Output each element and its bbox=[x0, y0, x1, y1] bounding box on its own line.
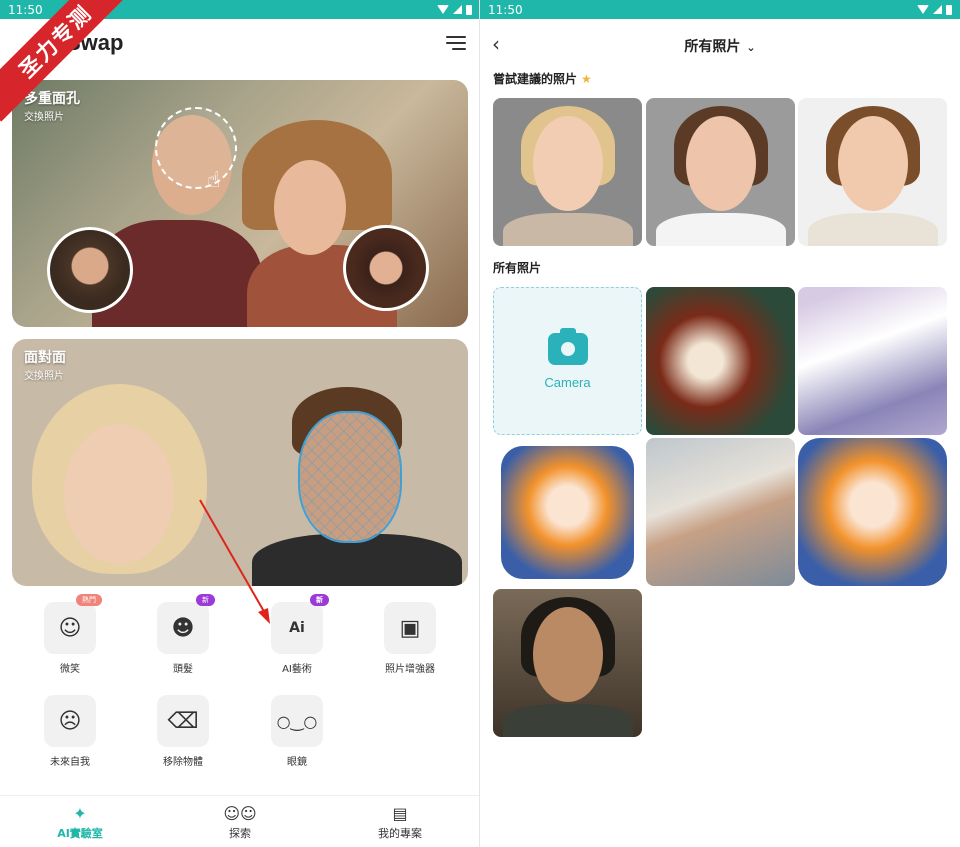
home-screen: 11:50 圣力专测 Swap ☝ 多重面孔 交換照片 面對面 交換照片 ☺ 熱… bbox=[0, 0, 480, 847]
status-icons bbox=[437, 4, 472, 15]
status-time: 11:50 bbox=[488, 2, 523, 17]
face-avatar bbox=[343, 225, 429, 311]
status-time: 11:50 bbox=[8, 2, 43, 17]
tool-photo-enhancer[interactable]: ▣ 照片增強器 bbox=[360, 602, 460, 675]
suggested-photo[interactable] bbox=[798, 98, 947, 246]
card-subtitle: 交換照片 bbox=[24, 112, 64, 123]
tool-label: 頭髮 bbox=[173, 664, 193, 675]
glasses-icon: ○‿○ bbox=[271, 695, 323, 747]
tap-hand-icon: ☝ bbox=[207, 168, 221, 193]
tool-label: 微笑 bbox=[60, 664, 80, 675]
status-icons bbox=[917, 4, 952, 15]
tool-label: 移除物體 bbox=[163, 757, 203, 768]
tool-label: 未來自我 bbox=[50, 757, 90, 768]
ai-art-icon: Ai 新 bbox=[271, 594, 329, 654]
hair-icon: ☻ 新 bbox=[157, 594, 215, 654]
signal-icon bbox=[933, 5, 942, 14]
gallery-icon: ▤ bbox=[392, 804, 408, 823]
gallery-photo[interactable] bbox=[798, 438, 947, 586]
new-badge: 新 bbox=[196, 594, 215, 606]
nav-label: 我的專案 bbox=[378, 827, 422, 840]
tool-hair[interactable]: ☻ 新 頭髮 bbox=[133, 594, 233, 675]
all-photos-heading: 所有照片 bbox=[493, 261, 542, 275]
tool-remove-object[interactable]: ⌫ 移除物體 bbox=[133, 695, 233, 768]
card-title: 面對面 bbox=[24, 350, 66, 366]
suggested-photo[interactable] bbox=[646, 98, 795, 246]
face-selection-ring bbox=[155, 107, 237, 189]
status-bar: 11:50 bbox=[480, 0, 960, 19]
album-title: 所有照片 bbox=[684, 39, 741, 55]
tool-label: AI藝術 bbox=[282, 664, 312, 675]
photo-picker-screen: 11:50 ‹ 所有照片 ⌄ 嘗試建議的照片 ★ 所有照片 Camera bbox=[480, 0, 960, 847]
gallery-photo[interactable] bbox=[646, 438, 795, 586]
bottom-navigation: ✦ AI實驗室 ☺☺ 探索 ▤ 我的專案 bbox=[0, 795, 480, 847]
card-illustration bbox=[274, 160, 346, 255]
tool-glasses[interactable]: ○‿○ 眼鏡 bbox=[247, 695, 347, 768]
suggested-photo[interactable] bbox=[493, 98, 642, 246]
wifi-icon bbox=[437, 5, 449, 14]
tool-future-self[interactable]: ☹ 未來自我 bbox=[20, 695, 120, 768]
chevron-down-icon: ⌄ bbox=[746, 41, 756, 54]
nav-explore[interactable]: ☺☺ 探索 bbox=[160, 796, 320, 847]
tool-smile[interactable]: ☺ 熱門 微笑 bbox=[20, 594, 120, 675]
card-illustration bbox=[64, 424, 174, 564]
gallery-photo[interactable] bbox=[798, 287, 947, 435]
nav-label: AI實驗室 bbox=[57, 827, 103, 840]
battery-icon bbox=[946, 4, 952, 15]
wifi-icon bbox=[917, 5, 929, 14]
tool-ai-art[interactable]: Ai 新 AI藝術 bbox=[247, 594, 347, 675]
gallery-photo[interactable] bbox=[493, 438, 642, 586]
gallery-photo[interactable] bbox=[493, 589, 642, 737]
star-icon: ★ bbox=[581, 72, 592, 86]
hot-badge: 熱門 bbox=[76, 594, 102, 606]
card-subtitle: 交換照片 bbox=[24, 371, 64, 382]
face-smile-icon: ☺ 熱門 bbox=[44, 594, 102, 654]
nav-my-projects[interactable]: ▤ 我的專案 bbox=[320, 796, 480, 847]
face-mesh-overlay bbox=[298, 411, 402, 543]
battery-icon bbox=[466, 4, 472, 15]
eraser-icon: ⌫ bbox=[157, 695, 209, 747]
camera-label: Camera bbox=[544, 374, 591, 390]
sparkle-icon: ✦ bbox=[73, 804, 87, 823]
suggested-heading: 嘗試建議的照片 ★ bbox=[493, 70, 592, 87]
multi-face-swap-card[interactable]: ☝ 多重面孔 交換照片 bbox=[12, 80, 468, 327]
nav-label: 探索 bbox=[229, 827, 251, 840]
photo-enhance-icon: ▣ bbox=[384, 602, 436, 654]
tool-label: 照片增強器 bbox=[385, 664, 435, 675]
card-title: 多重面孔 bbox=[24, 91, 80, 107]
tool-label: 眼鏡 bbox=[287, 757, 307, 768]
section-title: 嘗試建議的照片 bbox=[493, 72, 578, 86]
album-selector[interactable]: 所有照片 ⌄ bbox=[480, 36, 960, 56]
masks-icon: ☺☺ bbox=[223, 804, 257, 823]
signal-icon bbox=[453, 5, 462, 14]
face-to-face-swap-card[interactable]: 面對面 交換照片 bbox=[12, 339, 468, 586]
nav-ai-lab[interactable]: ✦ AI實驗室 bbox=[0, 796, 160, 847]
face-avatar bbox=[47, 227, 133, 313]
future-self-icon: ☹ bbox=[44, 695, 96, 747]
new-badge: 新 bbox=[310, 594, 329, 606]
camera-icon bbox=[547, 327, 588, 365]
camera-button[interactable]: Camera bbox=[493, 287, 642, 435]
menu-icon[interactable] bbox=[446, 36, 466, 51]
gallery-photo[interactable] bbox=[646, 287, 795, 435]
